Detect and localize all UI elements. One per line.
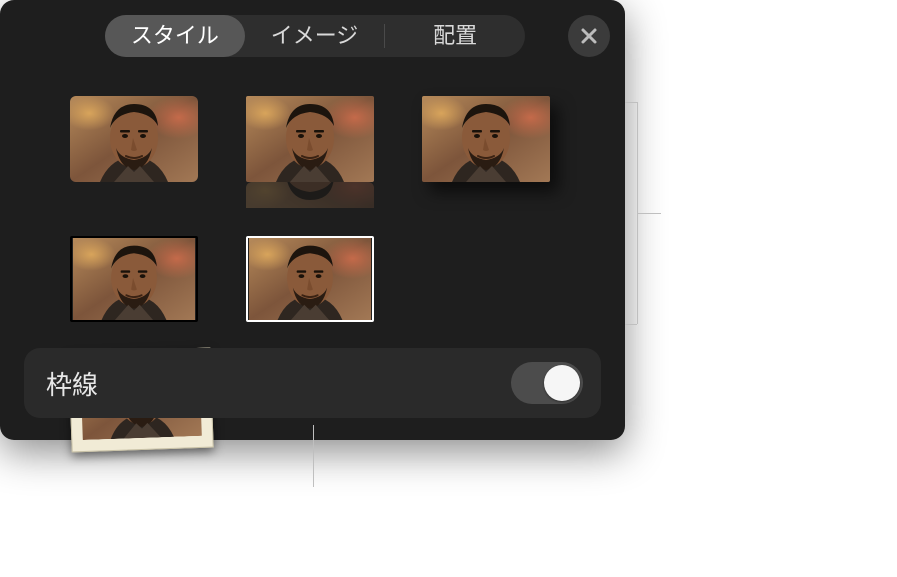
callout-line [637, 213, 661, 214]
style-reflection[interactable] [246, 96, 374, 208]
style-shadow[interactable] [422, 96, 550, 182]
toggle-knob [544, 365, 580, 401]
tab-bar: スタイル イメージ 配置 [105, 15, 525, 57]
style-black-border[interactable] [70, 236, 198, 322]
tab-image[interactable]: イメージ [245, 15, 385, 57]
border-toggle[interactable] [511, 362, 583, 404]
style-thumbnail-image [246, 96, 374, 182]
style-thumbnail-image [70, 236, 198, 322]
style-thumbnail-image [422, 96, 550, 182]
callout-line [313, 425, 314, 487]
format-popover: スタイル イメージ 配置 [0, 0, 625, 440]
callout-line [625, 102, 637, 103]
tab-arrange[interactable]: 配置 [385, 15, 525, 57]
style-none[interactable] [70, 96, 198, 182]
style-thumbnail-image [70, 96, 198, 182]
style-reflection-overlay [246, 182, 374, 208]
tab-style[interactable]: スタイル [105, 15, 245, 57]
border-row: 枠線 [24, 348, 601, 418]
style-white-border[interactable] [246, 236, 374, 322]
close-icon [580, 27, 598, 45]
callout-line [625, 324, 637, 325]
border-label: 枠線 [46, 365, 98, 402]
popover-header: スタイル イメージ 配置 [0, 0, 625, 70]
close-button[interactable] [568, 15, 610, 57]
style-thumbnail-image [246, 236, 374, 322]
